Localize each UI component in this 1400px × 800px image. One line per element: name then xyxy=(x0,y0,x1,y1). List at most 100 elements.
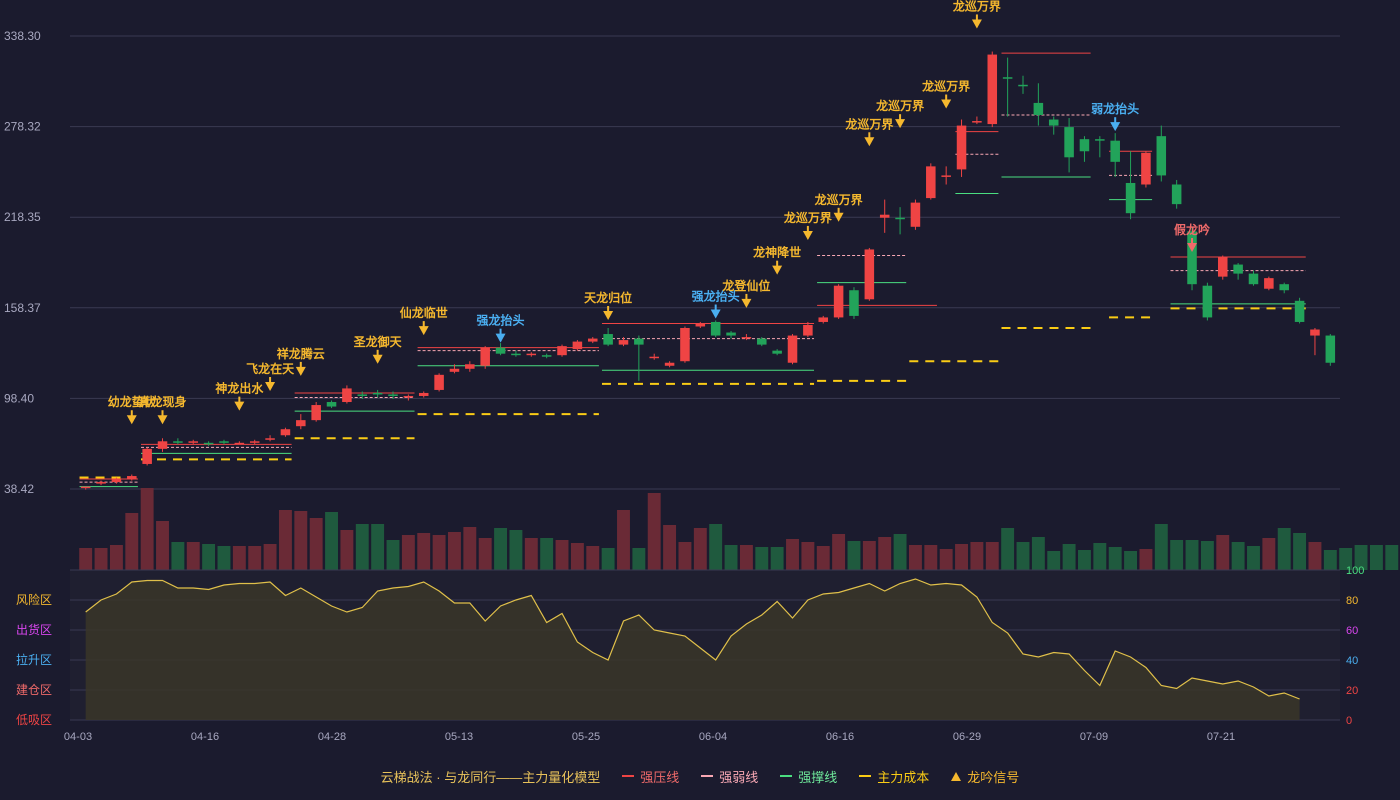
volume-bar xyxy=(1062,544,1076,570)
volume-bar xyxy=(555,540,569,570)
candle-body xyxy=(910,202,921,227)
signal-label: 龙巡万界 xyxy=(953,0,1001,13)
volume-bar xyxy=(294,511,308,570)
candle-body xyxy=(618,340,629,345)
volume-bar xyxy=(186,542,200,570)
oscillator-tick-label: 60 xyxy=(1346,625,1358,637)
candle-body xyxy=(511,353,521,356)
candle-body xyxy=(557,346,567,356)
volume-bar xyxy=(1093,543,1107,570)
volume-bar xyxy=(1108,547,1122,570)
oscillator-tick-label: 100 xyxy=(1346,565,1364,577)
volume-bar xyxy=(939,549,953,570)
legend-label-cost: 主力成本 xyxy=(877,769,930,785)
signal-label: 龙巡万界 xyxy=(876,98,924,113)
volume-bar xyxy=(955,544,968,570)
signal-arrow xyxy=(710,309,721,319)
candle-body xyxy=(787,335,798,363)
x-tick-label: 05-25 xyxy=(572,731,600,743)
volume-bar xyxy=(1200,541,1214,570)
legend-label-signal: 龙吟信号 xyxy=(967,769,1020,785)
candle-body xyxy=(603,334,613,345)
signal-label: 龙巡万界 xyxy=(845,116,893,131)
price-tick-label: 158.37 xyxy=(4,301,41,315)
candle-body xyxy=(541,355,552,357)
legend-item-cost[interactable]: 主力成本 xyxy=(859,767,929,786)
candle-body xyxy=(1033,102,1044,116)
candle-body xyxy=(388,394,398,396)
chart-legend: 云梯战法 · 与龙同行——主力量化模型 强压线 强弱线 强撑线 主力成本 龙吟信… xyxy=(0,766,1400,786)
legend-item-signal[interactable]: 龙吟信号 xyxy=(951,767,1019,786)
legend-swatch-cost xyxy=(859,775,872,777)
candle-body xyxy=(726,332,736,336)
legend-swatch-pressure xyxy=(622,775,635,777)
volume-bar xyxy=(739,545,753,570)
candle-body xyxy=(1171,184,1182,205)
oscillator-tick-label: 40 xyxy=(1346,655,1358,667)
signal-arrow xyxy=(157,415,168,425)
candle-body xyxy=(572,341,583,350)
candle-body xyxy=(757,338,767,345)
legend-item-pressure[interactable]: 强压线 xyxy=(622,767,679,786)
volume-bar xyxy=(801,542,815,570)
x-tick-label: 05-13 xyxy=(445,731,473,743)
signal-arrow xyxy=(265,381,276,391)
volume-bar xyxy=(617,510,630,570)
volume-bar xyxy=(878,537,892,570)
volume-bar xyxy=(970,542,984,570)
volume-bar xyxy=(524,538,538,570)
volume-bar xyxy=(401,535,415,570)
candle-body xyxy=(249,441,260,443)
candle-body xyxy=(1202,285,1213,318)
signal-arrow xyxy=(741,298,752,308)
volume-bar xyxy=(1078,550,1091,570)
candle-body xyxy=(280,429,291,436)
x-tick-label: 06-04 xyxy=(699,731,727,743)
candle-body xyxy=(710,321,721,336)
volume-bar xyxy=(1016,542,1030,570)
candle-body xyxy=(188,441,199,443)
volume-bar xyxy=(586,546,600,570)
signal-arrow xyxy=(418,326,429,336)
candle-body xyxy=(1279,284,1289,291)
volume-bar xyxy=(171,542,185,570)
volume-bar xyxy=(432,535,446,570)
signal-label: 弱龙抬头 xyxy=(1091,101,1139,116)
legend-item-weak[interactable]: 强弱线 xyxy=(701,767,758,786)
candle-body xyxy=(157,441,168,449)
volume-bar xyxy=(386,540,400,570)
volume-bar xyxy=(202,544,216,570)
volume-bar xyxy=(832,534,846,570)
volume-bar xyxy=(709,524,723,570)
volume-bar xyxy=(985,542,999,570)
price-tick-label: 98.40 xyxy=(4,391,34,405)
volume-bar xyxy=(1369,545,1383,570)
price-tick-label: 218.35 xyxy=(4,210,41,224)
candle-body xyxy=(111,479,122,483)
volume-bar xyxy=(248,546,262,570)
legend-label-pressure: 强压线 xyxy=(640,769,680,785)
oscillator-tick-label: 0 xyxy=(1346,715,1352,727)
volume-bar xyxy=(1308,542,1322,570)
volume-bar xyxy=(478,538,492,570)
candle-body xyxy=(941,175,951,177)
volume-bar xyxy=(94,548,108,570)
candle-body xyxy=(664,362,675,366)
legend-item-support[interactable]: 强撑线 xyxy=(780,767,837,786)
volume-bar xyxy=(1154,524,1168,570)
volume-bar xyxy=(663,525,677,570)
signal-label: 祥龙腾云 xyxy=(277,346,325,361)
price-tick-label: 278.32 xyxy=(4,120,41,134)
candle-body xyxy=(803,324,813,336)
candle-body xyxy=(1125,182,1136,214)
volume-bar xyxy=(448,532,461,570)
signal-arrow xyxy=(603,310,614,320)
volume-bar xyxy=(724,545,738,570)
volume-bar xyxy=(1247,546,1260,570)
volume-bar xyxy=(278,510,292,570)
volume-bar xyxy=(632,548,646,570)
volume-bar xyxy=(1293,533,1307,570)
volume-bar xyxy=(1031,537,1045,570)
volume-bar xyxy=(417,533,431,570)
volume-bar xyxy=(1385,545,1399,570)
